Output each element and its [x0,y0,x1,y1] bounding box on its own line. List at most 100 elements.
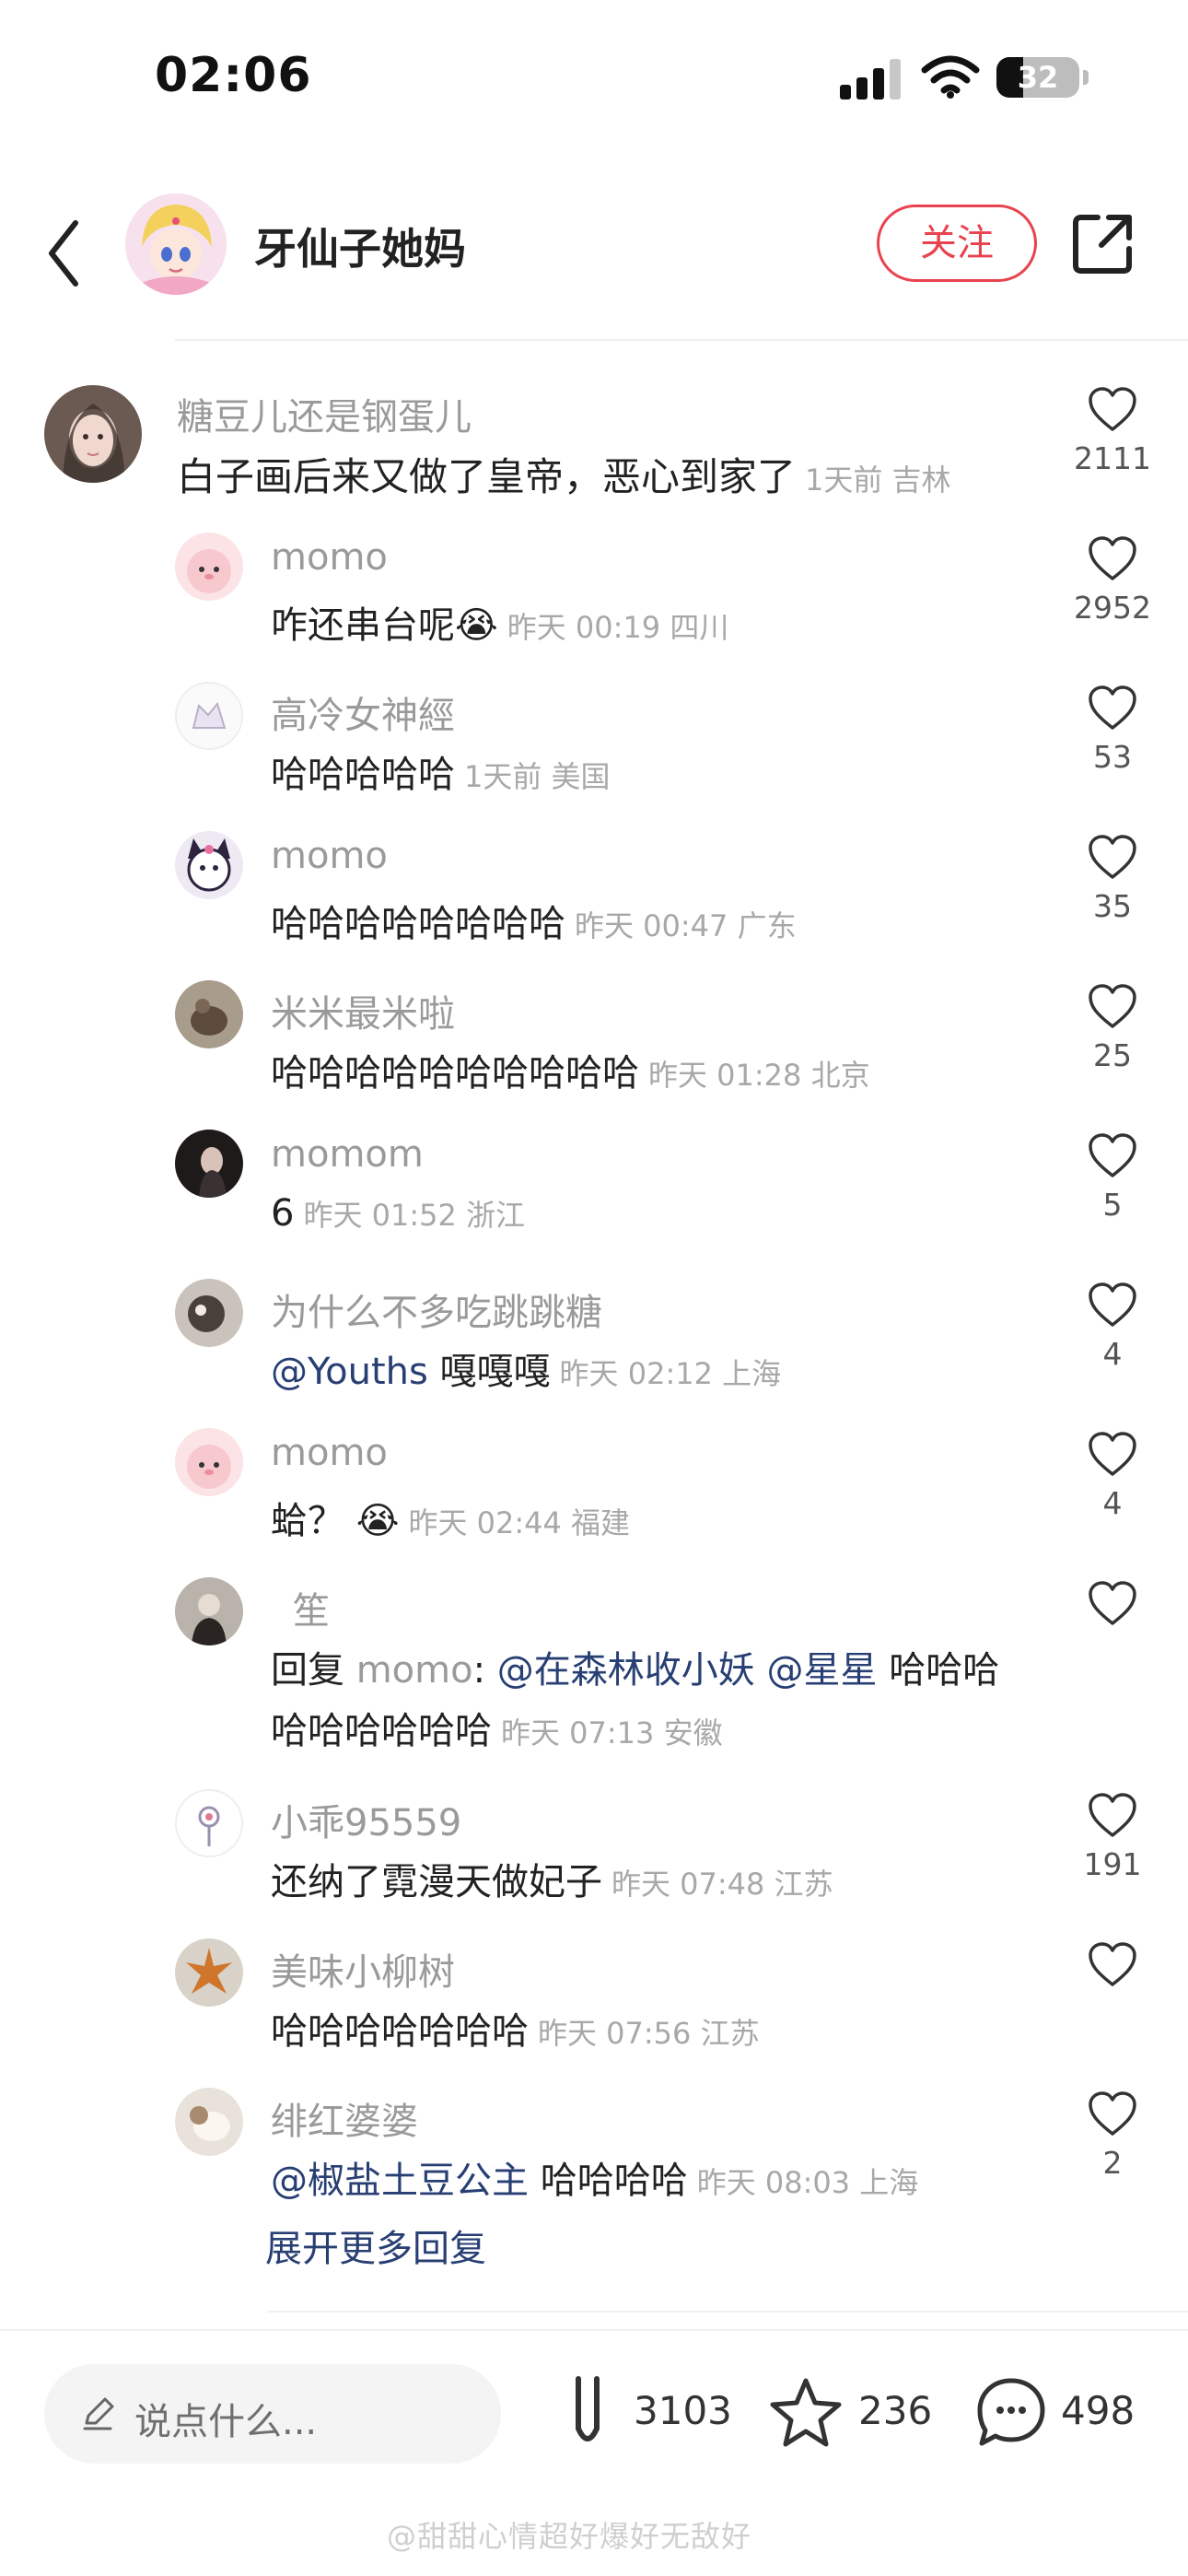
reply-text[interactable]: 咋还串台呢😭 昨天 00:19 四川 [271,595,728,649]
reply-username[interactable]: momo [271,536,388,579]
mention-link[interactable]: @星星 [767,1649,878,1692]
like-count: 2 [1102,2145,1123,2181]
reply-text[interactable]: 哈哈哈哈哈 1天前 美国 [271,744,611,798]
commenter-avatar[interactable] [175,1279,243,1347]
like-button[interactable]: 2952 [1057,534,1168,626]
author-name[interactable]: 牙仙子她妈 [254,216,466,276]
reply-username[interactable]: 小乖95559 [271,1793,461,1846]
cellular-signal-icon [840,57,901,100]
reply-body: 咋还串台呢 [271,604,455,647]
commenter-avatar[interactable] [44,385,142,483]
like-button[interactable] [1057,1940,1168,1988]
reply-username[interactable]: 笙 [293,1581,330,1634]
collect-button[interactable]: 236 [768,2371,952,2454]
like-button[interactable]: 4 [1057,1430,1168,1521]
heart-icon [1089,984,1136,1028]
comment-body: 白子画后来又做了皇帝，恶心到家了 [177,454,797,499]
comment-text[interactable]: 白子画后来又做了皇帝，恶心到家了 1天前 吉林 [177,446,951,502]
comment-input[interactable]: 说点什么... [44,2364,501,2464]
like-count: 191 [1083,1846,1142,1882]
heart-icon [1089,1432,1136,1476]
reply-meta: 昨天 02:12 上海 [559,1356,782,1391]
like-count: 5 [1102,1187,1123,1223]
commenter-avatar[interactable] [175,1938,243,2007]
reply-meta: 昨天 02:44 福建 [408,1505,631,1540]
comment-input-placeholder: 说点什么... [134,2401,318,2443]
reply-text[interactable]: 6 昨天 01:52 浙江 [271,1192,525,1235]
reply-username[interactable]: 高冷女神經 [271,685,455,739]
reply-username[interactable]: 为什么不多吃跳跳糖 [271,1282,602,1336]
commenter-avatar[interactable] [175,533,243,601]
reply-username[interactable]: 米米最米啦 [271,984,455,1037]
follow-button[interactable]: 关注 [877,205,1037,282]
commenter-avatar[interactable] [175,682,243,750]
reply-body: 嘎嘎嘎 [439,1351,551,1393]
like-icon [576,2376,600,2441]
commenter-avatar[interactable] [175,831,243,899]
reply-text[interactable]: @Youths 嘎嘎嘎 昨天 02:12 上海 [271,1341,781,1395]
reply-meta: 昨天 01:28 北京 [648,1058,870,1093]
like-count: 35 [1093,888,1132,924]
status-time: 02:06 [155,48,312,103]
reply-target-name[interactable]: momo [356,1649,473,1692]
reply-username[interactable]: 美味小柳树 [271,1942,455,1996]
commenter-avatar[interactable] [175,1130,243,1198]
mention-link[interactable]: @在森林收小妖 [497,1649,755,1692]
commenter-avatar[interactable] [175,980,243,1048]
like-button[interactable]: 2 [1057,2090,1168,2181]
mention-link[interactable]: @椒盐土豆公主 [271,2160,529,2202]
like-button[interactable]: 4 [1057,1281,1168,1372]
reply-text[interactable]: 回复 momo: @在森林收小妖 @星星 哈哈哈 [271,1640,999,1693]
comment-username[interactable]: 糖豆儿还是钢蛋儿 [177,387,472,440]
like-button[interactable]: 35 [1057,833,1168,924]
like-button[interactable]: 5 [1057,1131,1168,1223]
reply-username[interactable]: momom [271,1133,424,1176]
reply-text[interactable]: 哈哈哈哈哈哈哈 昨天 07:56 江苏 [271,2001,760,2055]
reply-meta: 1天前 美国 [464,759,611,794]
battery-icon: 32 [996,57,1079,98]
list-divider [267,2311,1188,2313]
like-button[interactable]: 191 [1057,1791,1168,1882]
reply-text[interactable]: 哈哈哈哈哈哈哈哈哈哈 昨天 01:28 北京 [271,1043,870,1096]
heart-icon [1089,685,1136,730]
reply-prefix: 回复 [271,1649,344,1692]
heart-icon [1089,536,1136,580]
reply-text-line2[interactable]: 哈哈哈哈哈哈 昨天 07:13 安徽 [271,1701,723,1754]
author-avatar[interactable] [125,193,227,295]
comment-button[interactable]: 498 [973,2371,1175,2454]
like-button[interactable]: 53 [1057,684,1168,775]
commenter-avatar[interactable] [175,1428,243,1496]
like-button[interactable]: 25 [1057,982,1168,1073]
status-bar: 02:06 32 [0,0,1188,157]
like-count: 2111 [1074,440,1151,476]
commenter-avatar[interactable] [175,1789,243,1857]
heart-icon [1089,2091,1136,2136]
crying-emoji: 😭 [455,604,498,647]
reply-text[interactable]: 哈哈哈哈哈哈哈哈 昨天 00:47 广东 [271,894,797,947]
like-post-button[interactable]: 3103 [553,2371,737,2454]
reply-meta: 昨天 00:19 四川 [507,610,729,645]
reply-text[interactable]: @椒盐土豆公主 哈哈哈哈 昨天 08:03 上海 [271,2150,918,2204]
like-count: 25 [1093,1037,1132,1073]
reply-meta: 昨天 08:03 上海 [696,2165,919,2200]
reply-username[interactable]: momo [271,1432,388,1474]
pencil-icon [83,2397,114,2430]
expand-more-replies[interactable]: 展开更多回复 [265,2219,486,2272]
reply-text[interactable]: 还纳了霓漫天做妃子 昨天 07:48 江苏 [271,1852,833,1905]
reply-body: 6 [271,1192,295,1235]
commenter-avatar[interactable] [175,2088,243,2156]
reply-body: 哈哈哈哈哈哈哈哈 [271,903,565,945]
reply-body: 哈哈哈哈哈哈 [271,1710,492,1752]
mention-link[interactable]: @Youths [271,1351,428,1393]
reply-text[interactable]: 蛤？ 😭 昨天 02:44 福建 [271,1491,630,1544]
reply-body: 蛤？ [271,1500,344,1542]
like-button[interactable]: 2111 [1057,385,1168,476]
heart-icon [1089,1581,1136,1625]
header-divider [175,339,1188,341]
reply-username[interactable]: momo [271,835,388,877]
like-button[interactable] [1057,1579,1168,1627]
commenter-avatar[interactable] [175,1577,243,1645]
share-icon[interactable] [1068,208,1138,278]
reply-username[interactable]: 绯红婆婆 [271,2091,418,2145]
back-arrow-icon[interactable] [39,212,94,295]
